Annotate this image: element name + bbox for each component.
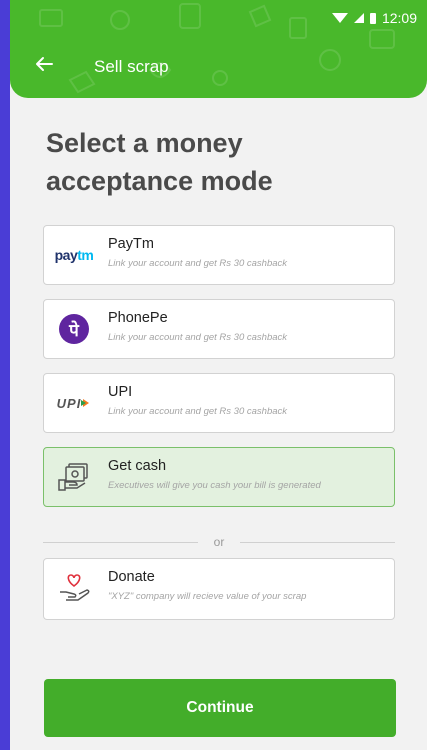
option-name: PhonePe bbox=[108, 310, 168, 326]
section-heading: Select a money acceptance mode bbox=[46, 128, 273, 196]
donate-heart-hand-icon bbox=[50, 569, 98, 607]
option-name: Donate bbox=[108, 569, 155, 585]
app-bar: 12:09 Sell scrap bbox=[10, 0, 427, 98]
option-subtitle: Executives will give you cash your bill … bbox=[108, 480, 321, 491]
continue-button[interactable]: Continue bbox=[44, 679, 396, 737]
option-phonepe[interactable]: पे PhonePe Link your account and get Rs … bbox=[43, 299, 395, 359]
battery-icon bbox=[369, 12, 376, 24]
upi-logo: UPI bbox=[50, 384, 98, 422]
phone-screen: 12:09 Sell scrap Select a money acceptan… bbox=[10, 0, 427, 750]
option-subtitle: Link your account and get Rs 30 cashback bbox=[108, 258, 288, 269]
option-donate[interactable]: Donate "XYZ" company will recieve value … bbox=[43, 558, 395, 620]
status-bar: 12:09 bbox=[331, 8, 417, 28]
wifi-icon bbox=[331, 13, 348, 23]
option-name: Get cash bbox=[108, 458, 167, 474]
option-upi[interactable]: UPI UPI Link your account and get Rs 30 … bbox=[43, 373, 395, 433]
option-paytm[interactable]: paytm PayTm Link your account and get Rs… bbox=[43, 225, 395, 285]
signal-icon bbox=[353, 13, 364, 23]
option-name: UPI bbox=[108, 384, 133, 400]
option-get-cash[interactable]: Get cash Executives will give you cash y… bbox=[43, 447, 395, 507]
back-arrow-icon[interactable] bbox=[34, 54, 54, 74]
upi-logo-text: UPI bbox=[56, 395, 82, 411]
option-subtitle: "XYZ" company will recieve value of your… bbox=[108, 591, 307, 602]
status-time: 12:09 bbox=[381, 10, 417, 26]
or-divider: or bbox=[43, 535, 395, 549]
option-subtitle: Link your account and get Rs 30 cashback bbox=[108, 406, 288, 417]
phonepe-logo-glyph: पे bbox=[59, 314, 89, 344]
divider-line-right bbox=[240, 542, 395, 543]
option-name: PayTm bbox=[108, 236, 154, 252]
cash-icon bbox=[50, 458, 98, 496]
phonepe-logo: पे bbox=[50, 310, 98, 348]
paytm-logo: paytm bbox=[54, 247, 94, 263]
option-subtitle: Link your account and get Rs 30 cashback bbox=[108, 332, 288, 343]
upi-arrow-icon bbox=[81, 399, 90, 407]
page-title: Sell scrap bbox=[94, 57, 169, 76]
